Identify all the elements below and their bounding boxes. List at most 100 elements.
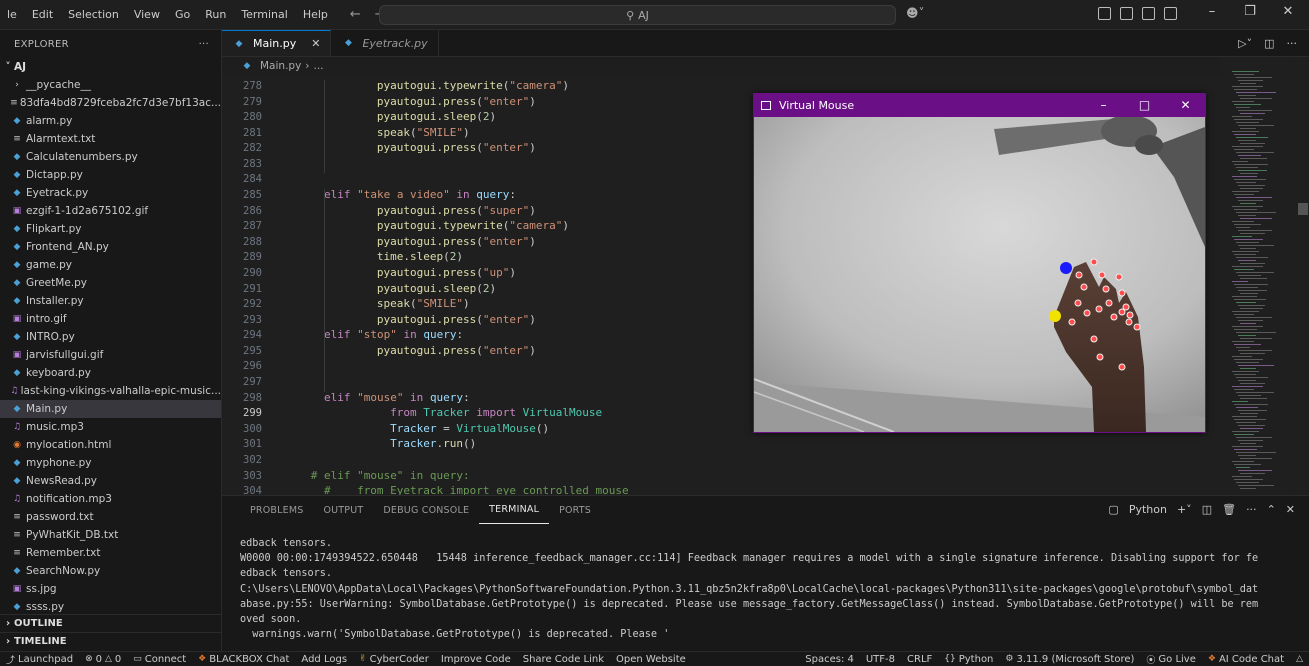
toggle-secondary-sidebar-icon[interactable]	[1164, 7, 1177, 20]
minimap[interactable]	[1222, 57, 1295, 495]
back-arrow-icon[interactable]: ←	[350, 7, 361, 22]
file-item[interactable]: ◆ alarm.py	[0, 112, 221, 130]
file-item[interactable]: ◆ NewsRead.py	[0, 472, 221, 490]
menu-item[interactable]: View	[127, 8, 168, 21]
file-item[interactable]: ≡ Alarmtext.txt	[0, 130, 221, 148]
file-item[interactable]: ◆ SearchNow.py	[0, 562, 221, 580]
terminal-output[interactable]: edback tensors. W0000 00:00:1749394522.65…	[240, 536, 1300, 642]
notifications-item[interactable]: △	[1290, 654, 1309, 664]
file-item[interactable]: ♫ notification.mp3	[0, 490, 221, 508]
menu-item[interactable]: Selection	[61, 8, 127, 21]
toggle-panel-icon[interactable]	[1142, 7, 1155, 20]
interpreter-item[interactable]: ⚙ 3.11.9 (Microsoft Store)	[999, 654, 1140, 665]
menu-item[interactable]: Go	[168, 8, 198, 21]
spaces-item[interactable]: Spaces: 4	[799, 654, 860, 665]
outline-section[interactable]: › OUTLINE	[0, 614, 221, 632]
minimap-line	[1232, 191, 1259, 192]
cybercoder-item[interactable]: ✌ CyberCoder	[353, 654, 435, 665]
file-item[interactable]: ▣ intro.gif	[0, 310, 221, 328]
file-item[interactable]: ◆ game.py	[0, 256, 221, 274]
ai-chat-label: AI Code Chat	[1218, 653, 1285, 665]
encoding-item[interactable]: UTF-8	[860, 654, 901, 665]
open-website-item[interactable]: Open Website	[610, 654, 692, 665]
problems-item[interactable]: ⊗ 0 △ 0	[79, 654, 127, 665]
file-item[interactable]: ≡ password.txt	[0, 508, 221, 526]
file-item[interactable]: ≡ 83dfa4bd8729fceba2fc7d3e7bf13ac...	[0, 94, 221, 112]
file-item[interactable]: ◆ myphone.py	[0, 454, 221, 472]
file-item[interactable]: ▣ ezgif-1-1d2a675102.gif	[0, 202, 221, 220]
maximize-icon[interactable]: □	[1124, 93, 1165, 117]
menu-item[interactable]: Edit	[25, 8, 61, 21]
minimap-line	[1240, 428, 1264, 429]
maximize-panel-icon[interactable]: ⌃	[1267, 503, 1276, 516]
split-terminal-icon[interactable]: ◫	[1202, 503, 1212, 516]
panel-tab-output[interactable]: OUTPUT	[313, 496, 373, 524]
close-icon[interactable]: ✕	[1269, 4, 1307, 19]
menu-item[interactable]: Terminal	[234, 8, 296, 21]
tab-eyetrack-py[interactable]: ◆ Eyetrack.py	[331, 30, 439, 56]
file-item[interactable]: ◆ keyboard.py	[0, 364, 221, 382]
close-panel-icon[interactable]: ✕	[1286, 503, 1295, 516]
panel-tab-debug-console[interactable]: DEBUG CONSOLE	[373, 496, 479, 524]
close-tab-icon[interactable]: ✕	[311, 37, 320, 50]
breadcrumb-rest[interactable]: ...	[314, 60, 324, 72]
menu-item[interactable]: le	[0, 8, 25, 21]
timeline-section[interactable]: › TIMELINE	[0, 632, 221, 650]
file-item[interactable]: ◉ mylocation.html	[0, 436, 221, 454]
minimize-icon[interactable]: –	[1083, 93, 1124, 117]
launchpad-item[interactable]: ⤴ Launchpad	[0, 653, 79, 666]
panel-tab-terminal[interactable]: TERMINAL	[479, 496, 550, 524]
file-item[interactable]: ◆ Main.py	[0, 400, 221, 418]
file-item[interactable]: ◆ GreetMe.py	[0, 274, 221, 292]
file-item[interactable]: ◆ Eyetrack.py	[0, 184, 221, 202]
file-item[interactable]: ≡ PyWhatKit_DB.txt	[0, 526, 221, 544]
blackbox-item[interactable]: ❖ BLACKBOX Chat	[192, 654, 295, 665]
file-item[interactable]: ◆ Calculatenumbers.py	[0, 148, 221, 166]
panel-tab-problems[interactable]: PROBLEMS	[240, 496, 313, 524]
restore-icon[interactable]: ❐	[1231, 4, 1269, 19]
panel-tab-ports[interactable]: PORTS	[549, 496, 601, 524]
file-item[interactable]: ◆ Installer.py	[0, 292, 221, 310]
eol-item[interactable]: CRLF	[901, 654, 938, 665]
add-logs-item[interactable]: Add Logs	[295, 654, 353, 665]
file-item[interactable]: ◆ Flipkart.py	[0, 220, 221, 238]
file-item[interactable]: ▣ ss.jpg	[0, 580, 221, 598]
file-item[interactable]: › __pycache__	[0, 76, 221, 94]
file-item[interactable]: ◆ Frontend_AN.py	[0, 238, 221, 256]
editor-scrollbar[interactable]	[1296, 57, 1309, 495]
connect-item[interactable]: ▭ Connect	[127, 654, 192, 665]
go-live-item[interactable]: ⦿ Go Live	[1140, 653, 1201, 666]
menu-item[interactable]: Help	[296, 8, 336, 21]
split-editor-icon[interactable]: ◫	[1264, 37, 1274, 50]
trash-icon[interactable]: 🗑	[1222, 503, 1236, 516]
copilot-icon[interactable]: ☻˅	[906, 6, 925, 20]
language-item[interactable]: {} Python	[938, 654, 999, 665]
customize-layout-icon[interactable]	[1098, 7, 1111, 20]
more-actions-icon[interactable]: ···	[1246, 503, 1257, 516]
share-code-item[interactable]: Share Code Link	[517, 654, 610, 665]
minimize-icon[interactable]: –	[1193, 4, 1231, 19]
more-actions-icon[interactable]: ···	[199, 39, 209, 50]
py-file-icon: ◆	[13, 224, 21, 234]
run-icon[interactable]: ▷˅	[1238, 37, 1252, 50]
scrollbar-thumb[interactable]	[1298, 203, 1308, 215]
ai-chat-item[interactable]: ❖ AI Code Chat	[1202, 654, 1290, 665]
minimap-line	[1240, 233, 1266, 234]
terminal-shell-label[interactable]: Python	[1129, 503, 1167, 516]
tab-main-py[interactable]: ◆ Main.py ✕	[222, 30, 332, 56]
improve-code-item[interactable]: Improve Code	[435, 654, 517, 665]
toggle-sidebar-icon[interactable]	[1120, 7, 1133, 20]
new-terminal-icon[interactable]: +˅	[1177, 503, 1192, 516]
file-item[interactable]: ♫ music.mp3	[0, 418, 221, 436]
command-center-search[interactable]: ⚲ AJ	[379, 5, 896, 25]
menu-item[interactable]: Run	[198, 8, 234, 21]
breadcrumb-file[interactable]: Main.py	[260, 60, 301, 72]
more-actions-icon[interactable]: ···	[1287, 37, 1298, 50]
file-item[interactable]: ♫ last-king-vikings-valhalla-epic-music..…	[0, 382, 221, 400]
file-item[interactable]: ▣ jarvisfullgui.gif	[0, 346, 221, 364]
root-folder[interactable]: ˅ AJ	[0, 58, 221, 76]
file-item[interactable]: ◆ INTRO.py	[0, 328, 221, 346]
file-item[interactable]: ◆ Dictapp.py	[0, 166, 221, 184]
close-icon[interactable]: ✕	[1165, 93, 1206, 117]
file-item[interactable]: ≡ Remember.txt	[0, 544, 221, 562]
